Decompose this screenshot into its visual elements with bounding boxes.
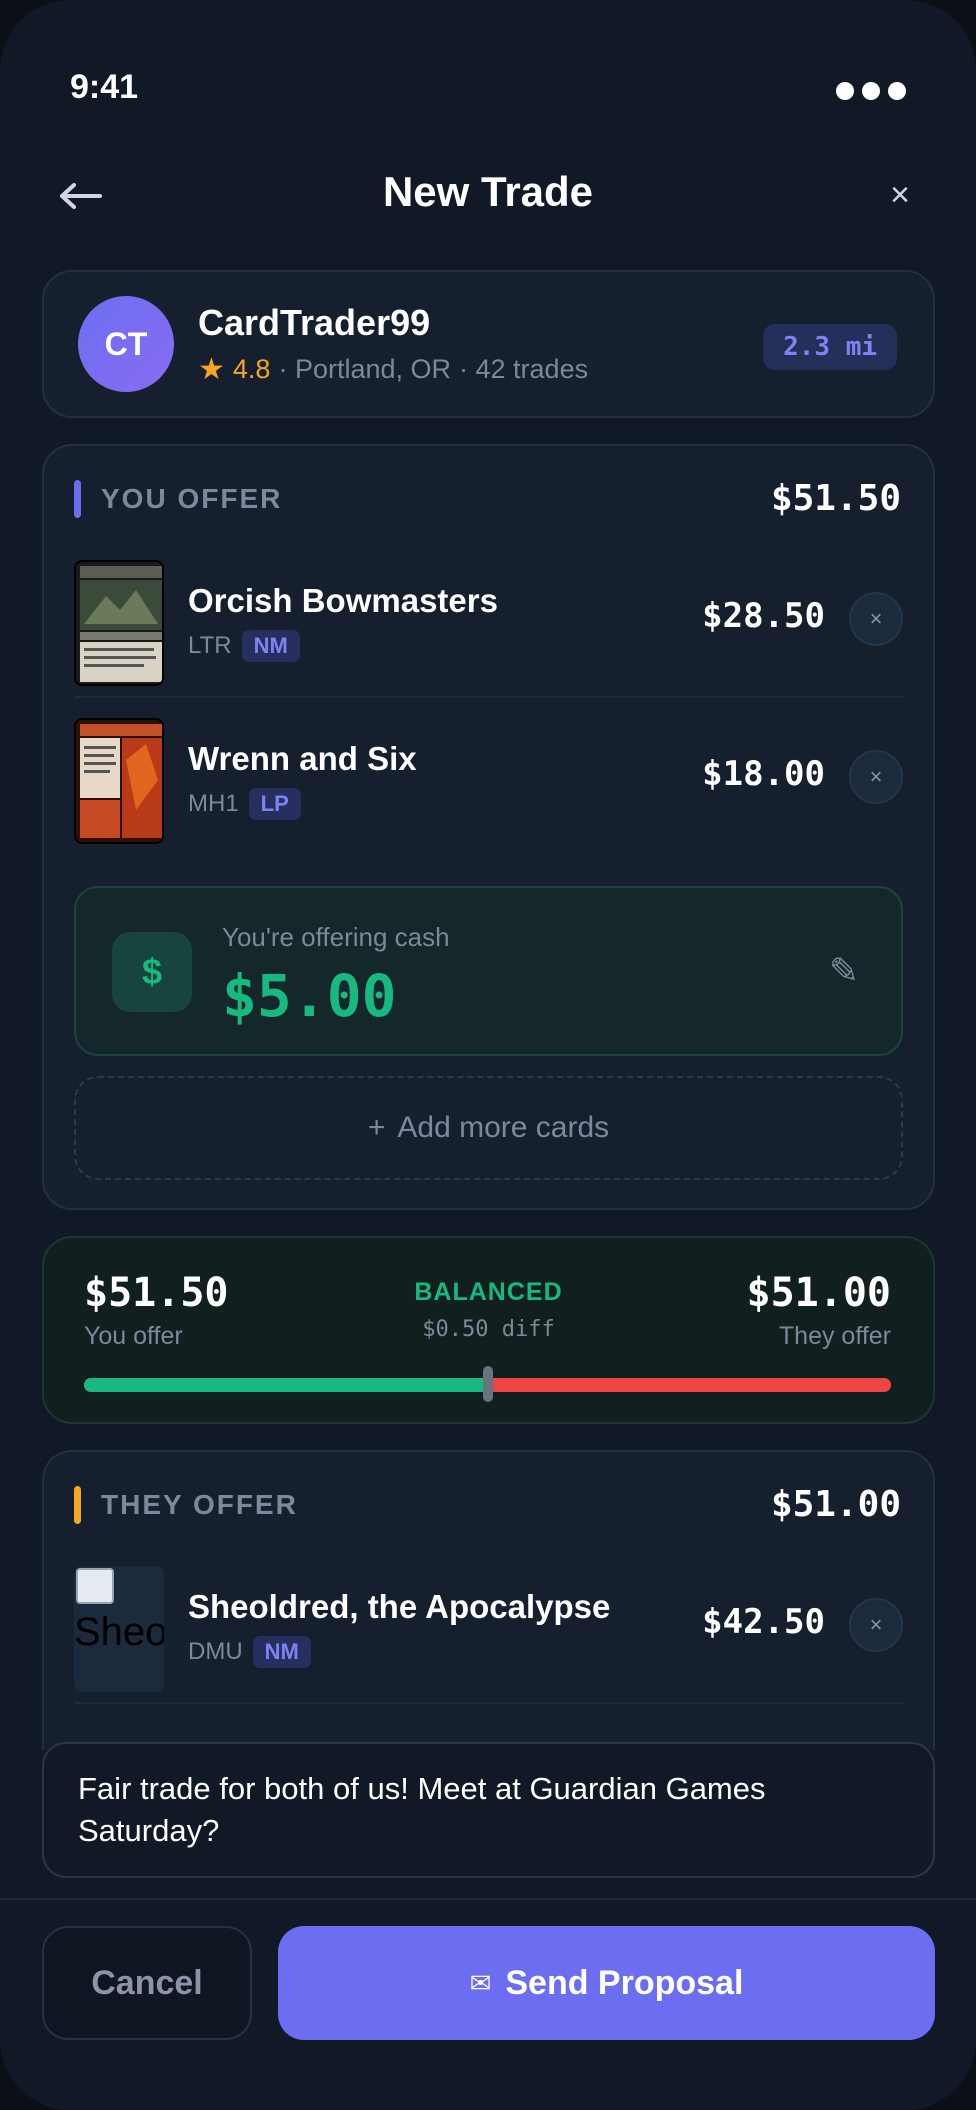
you-offer-label: YOU OFFER bbox=[101, 483, 283, 514]
remove-card-button[interactable]: × bbox=[849, 592, 903, 646]
edit-pencil-icon[interactable]: ✎ bbox=[829, 950, 859, 992]
card-meta: LTR NM bbox=[188, 630, 300, 662]
cash-label: You're offering cash bbox=[222, 922, 450, 952]
they-offer-section: THEY OFFER $51.00 Sheo Sheoldred, the Ap… bbox=[42, 1450, 935, 1750]
page-title: New Trade bbox=[382, 168, 594, 215]
close-icon[interactable]: × bbox=[878, 176, 922, 220]
trade-balance-card: $51.50 You offer BALANCED $0.50 diff $51… bbox=[42, 1236, 935, 1424]
offer-card-row[interactable]: Sheo Sheoldred, the Apocalypse DMU NM $4… bbox=[74, 1546, 903, 1704]
avatar: CT bbox=[78, 296, 174, 392]
cash-offer-panel[interactable]: $ You're offering cash $5.00 ✎ bbox=[74, 886, 903, 1056]
condition-badge: NM bbox=[241, 630, 300, 662]
they-offer-summary: $51.00 They offer bbox=[747, 1270, 892, 1351]
they-offer-total: $51.00 bbox=[770, 1484, 901, 1525]
card-set: LTR bbox=[188, 632, 232, 659]
card-image-placeholder: Sheo bbox=[74, 1566, 164, 1692]
cash-amount: $5.00 bbox=[222, 962, 397, 1030]
you-offer-total: $51.50 bbox=[770, 478, 901, 519]
they-offer-amount: $51.00 bbox=[746, 1270, 892, 1316]
card-name: Sheoldred, the Apocalypse bbox=[188, 1588, 611, 1625]
card-meta: DMU NM bbox=[188, 1636, 311, 1668]
star-icon: ★ bbox=[198, 353, 225, 386]
card-price: $42.50 bbox=[702, 1602, 825, 1642]
condition-badge: LP bbox=[248, 788, 301, 820]
distance-badge: 2.3 mi bbox=[763, 324, 897, 370]
card-image-wrenn-and-six bbox=[74, 718, 164, 844]
dollar-icon: $ bbox=[112, 932, 192, 1012]
more-options-icon[interactable] bbox=[836, 82, 906, 100]
add-more-label: Add more cards bbox=[397, 1111, 610, 1144]
remove-card-button[interactable]: × bbox=[849, 1598, 903, 1652]
card-image-alt-text: Sheo bbox=[74, 1610, 164, 1654]
they-offer-accent-bar bbox=[74, 1486, 81, 1524]
condition-badge: NM bbox=[252, 1636, 311, 1668]
balance-bar-you-fill bbox=[84, 1378, 488, 1392]
they-offer-label: THEY OFFER bbox=[101, 1489, 298, 1520]
you-offer-header: YOU OFFER bbox=[74, 480, 282, 518]
card-set: MH1 bbox=[188, 790, 239, 817]
trader-location: · Portland, OR bbox=[278, 354, 452, 384]
you-offer-accent-bar bbox=[74, 480, 81, 518]
you-offer-section: YOU OFFER $51.50 Orcish Bowmasters LTR N… bbox=[42, 444, 935, 1210]
card-name: Wrenn and Six bbox=[188, 740, 417, 777]
card-price: $18.00 bbox=[702, 754, 825, 794]
plus-icon: + bbox=[367, 1111, 386, 1144]
trader-meta: ★ 4.8 · Portland, OR · 42 trades bbox=[198, 352, 588, 387]
trader-name: CardTrader99 bbox=[198, 302, 431, 343]
trader-trade-count: · 42 trades bbox=[459, 354, 589, 384]
card-meta: MH1 LP bbox=[188, 788, 301, 820]
card-price: $28.50 bbox=[702, 596, 825, 636]
card-image-orcish-bowmasters bbox=[74, 560, 164, 686]
remove-card-button[interactable]: × bbox=[849, 750, 903, 804]
cancel-button[interactable]: Cancel bbox=[42, 1926, 252, 2040]
add-more-cards-button[interactable]: + Add more cards bbox=[74, 1076, 903, 1180]
send-proposal-button[interactable]: ✉ Send Proposal bbox=[278, 1926, 935, 2040]
card-name: Orcish Bowmasters bbox=[188, 582, 498, 619]
status-time: 9:41 bbox=[70, 68, 139, 106]
broken-image-icon bbox=[76, 1568, 114, 1604]
send-proposal-label: Send Proposal bbox=[505, 1963, 744, 2002]
balance-marker bbox=[482, 1366, 493, 1402]
trader-rating: 4.8 bbox=[232, 354, 271, 384]
card-set: DMU bbox=[188, 1638, 243, 1665]
trade-message-input[interactable]: Fair trade for both of us! Meet at Guard… bbox=[42, 1742, 935, 1878]
offer-card-row[interactable]: Wrenn and Six MH1 LP $18.00 × bbox=[74, 698, 903, 856]
offer-card-row[interactable]: Orcish Bowmasters LTR NM $28.50 × bbox=[74, 540, 903, 698]
phone-screen: 9:41 New Trade × CT CardTrader99 ★ 4.8 ·… bbox=[0, 0, 976, 2110]
envelope-icon: ✉ bbox=[469, 1967, 492, 1998]
they-offer-header: THEY OFFER bbox=[74, 1486, 298, 1524]
trader-card[interactable]: CT CardTrader99 ★ 4.8 · Portland, OR · 4… bbox=[42, 270, 935, 418]
footer-divider bbox=[0, 1898, 976, 1900]
they-offer-caption: They offer bbox=[778, 1322, 891, 1350]
